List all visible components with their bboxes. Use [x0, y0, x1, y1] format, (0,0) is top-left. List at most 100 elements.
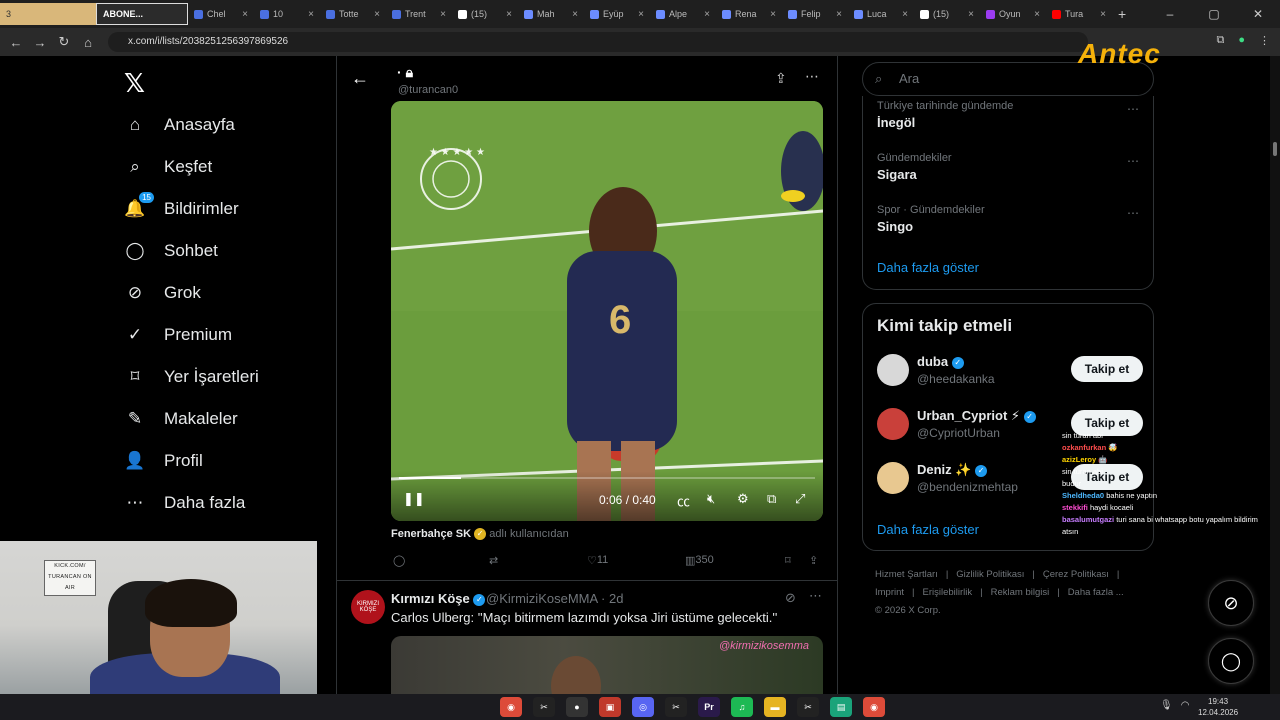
more-options-icon[interactable]: ⋯ — [809, 588, 822, 604]
sidebar-item-search[interactable]: ⌕ Keşfet — [124, 156, 212, 178]
taskbar-clock[interactable]: 19:43 12.04.2026 — [1198, 696, 1238, 718]
extensions-icon[interactable]: ⧉ — [1216, 34, 1224, 47]
views-button[interactable]: ▥ 350 — [685, 554, 714, 567]
tab-close-icon[interactable]: × — [440, 9, 446, 20]
tab-close-icon[interactable]: × — [572, 9, 578, 20]
more-options-icon[interactable]: ⋯ — [805, 68, 819, 85]
avatar[interactable]: KIRMIZI KÖŞE — [351, 590, 385, 624]
browser-tab[interactable]: ABONE... — [96, 3, 188, 25]
retweet-icon[interactable]: ⇄ — [489, 554, 498, 567]
home-browser-icon[interactable]: ⌂ — [76, 35, 100, 50]
discord-icon[interactable]: ◎ — [632, 697, 654, 717]
tab-close-icon[interactable]: × — [374, 9, 380, 20]
reply-icon[interactable]: ◯ — [393, 554, 405, 567]
capcut-icon[interactable]: ✂ — [533, 697, 555, 717]
back-arrow-icon[interactable]: ← — [351, 68, 369, 89]
browser-tab[interactable]: Tura × — [1046, 3, 1112, 25]
sidebar-item-premium[interactable]: ✓ Premium — [124, 324, 232, 346]
source-account-link[interactable]: Fenerbahçe SK — [391, 528, 471, 540]
footer-link[interactable]: Gizlilik Politikası — [956, 569, 1024, 580]
mute-icon[interactable]: 🔇︎ — [707, 491, 715, 507]
browser-tab[interactable]: Trent × — [386, 3, 452, 25]
browser-menu-icon[interactable]: ⋮ — [1259, 34, 1270, 47]
footer-link[interactable]: Çerez Politikası — [1043, 569, 1109, 580]
footer-link[interactable]: Daha fazla ... — [1068, 587, 1124, 598]
settings-icon[interactable]: ⚙ — [737, 491, 749, 507]
tab-close-icon[interactable]: × — [968, 9, 974, 20]
share-icon[interactable]: ⇪ — [775, 70, 787, 87]
sidebar-item-more[interactable]: ⋯ Daha fazla — [124, 492, 246, 514]
sidebar-item-bookmark[interactable]: ⌑ Yer İşaretleri — [124, 366, 259, 388]
new-tab-button[interactable]: + — [1118, 6, 1126, 22]
captions-icon[interactable]: ㏄ — [677, 491, 690, 510]
messages-fab-button[interactable]: ◯ — [1208, 638, 1254, 684]
trend-item[interactable]: Spor · Gündemdekiler Singo — [877, 204, 985, 234]
avatar[interactable] — [877, 354, 909, 386]
url-field[interactable]: x.com/i/lists/2038251256397869526 — [108, 32, 1088, 52]
tab-close-icon[interactable]: × — [242, 9, 248, 20]
chrome-icon[interactable]: ◉ — [500, 697, 522, 717]
trend-more-icon[interactable]: ⋯ — [1127, 206, 1139, 220]
tab-close-icon[interactable]: × — [638, 9, 644, 20]
minimize-button[interactable]: – — [1148, 0, 1192, 28]
obs-icon[interactable]: ● — [566, 697, 588, 717]
footer-link[interactable]: Hizmet Şartları — [875, 569, 938, 580]
pip-icon[interactable]: ⧉ — [767, 491, 776, 507]
mic-icon[interactable]: 🎙︎ — [1160, 700, 1173, 711]
follow-show-more-link[interactable]: Daha fazla göster — [877, 522, 979, 537]
tab-close-icon[interactable]: × — [902, 9, 908, 20]
scrollbar[interactable] — [1270, 56, 1280, 694]
x-logo-icon[interactable]: 𝕏 — [124, 68, 145, 99]
browser-tab[interactable]: Oyun × — [980, 3, 1046, 25]
capcut3-icon[interactable]: ✂ — [797, 697, 819, 717]
trend-item[interactable]: Türkiye tarihinde gündemde İnegöl — [877, 100, 1013, 130]
browser-tab[interactable]: 10 × — [254, 3, 320, 25]
browser-tab[interactable]: (15) × — [914, 3, 980, 25]
sidebar-item-bell[interactable]: 🔔 15 Bildirimler — [124, 192, 239, 220]
sidebar-item-profile[interactable]: 👤 Profil — [124, 450, 202, 472]
post-author-handle[interactable]: @turancan0 — [398, 84, 458, 96]
reload-icon[interactable]: ↻ — [52, 34, 76, 50]
footer-link[interactable]: Reklam bilgisi — [991, 587, 1050, 598]
browser-tab[interactable]: Luca × — [848, 3, 914, 25]
profile-browser-icon[interactable]: ● — [1238, 34, 1245, 47]
footer-link[interactable]: Imprint — [875, 587, 904, 598]
app-red-icon[interactable]: ▣ — [599, 697, 621, 717]
sidebar-item-article[interactable]: ✎ Makaleler — [124, 408, 238, 430]
close-window-button[interactable]: ✕ — [1236, 0, 1280, 28]
tab-close-icon[interactable]: × — [836, 9, 842, 20]
avatar[interactable] — [877, 408, 909, 440]
tab-close-icon[interactable]: × — [704, 9, 710, 20]
browser-tab[interactable]: Chel × — [188, 3, 254, 25]
trend-more-icon[interactable]: ⋯ — [1127, 102, 1139, 116]
tweet-author-name[interactable]: Kırmızı Köşe ✓ — [391, 591, 486, 606]
like-button[interactable]: ♡ 11 — [587, 554, 608, 567]
follow-button[interactable]: Takip et — [1071, 356, 1143, 382]
footer-link[interactable]: Erişilebilirlik — [923, 587, 973, 598]
forward-icon[interactable]: → — [28, 35, 52, 50]
sidebar-item-chat[interactable]: ◯ Sohbet — [124, 240, 217, 262]
avatar[interactable] — [877, 462, 909, 494]
browser-tab[interactable]: 3 — [0, 3, 96, 25]
folder-icon[interactable]: ▬ — [764, 697, 786, 717]
trend-more-icon[interactable]: ⋯ — [1127, 154, 1139, 168]
back-icon[interactable]: ← — [4, 35, 28, 50]
bookmark-icon[interactable]: ⌑ — [785, 554, 791, 567]
sidebar-item-grok[interactable]: ⊘ Grok — [124, 282, 201, 304]
wifi-icon[interactable]: ◠ — [1181, 700, 1190, 711]
grok-fab-button[interactable]: ⊘ — [1208, 580, 1254, 626]
tab-close-icon[interactable]: × — [770, 9, 776, 20]
tab-close-icon[interactable]: × — [1100, 9, 1106, 20]
fullscreen-icon[interactable]: ⤢ — [795, 491, 805, 507]
tab-close-icon[interactable]: × — [1034, 9, 1040, 20]
chrome2-icon[interactable]: ◉ — [863, 697, 885, 717]
pause-icon[interactable]: ❚❚ — [403, 491, 425, 507]
tweet-media[interactable]: @kirmizikosemma — [391, 636, 823, 694]
trends-show-more-link[interactable]: Daha fazla göster — [877, 260, 979, 275]
video-progress-bar[interactable] — [399, 477, 815, 479]
premiere-icon[interactable]: Pr — [698, 697, 720, 717]
sidebar-item-home[interactable]: ⌂ Anasayfa — [124, 114, 235, 136]
video-player[interactable]: ★ ★ ★ ★ ★ 6 ❚❚ 0:06 / 0:40 ㏄ 🔇︎ ⚙ ⧉ ⤢ — [391, 101, 823, 521]
share-tweet-icon[interactable]: ⇪ — [809, 554, 818, 567]
maximize-button[interactable]: ▢ — [1192, 0, 1236, 28]
